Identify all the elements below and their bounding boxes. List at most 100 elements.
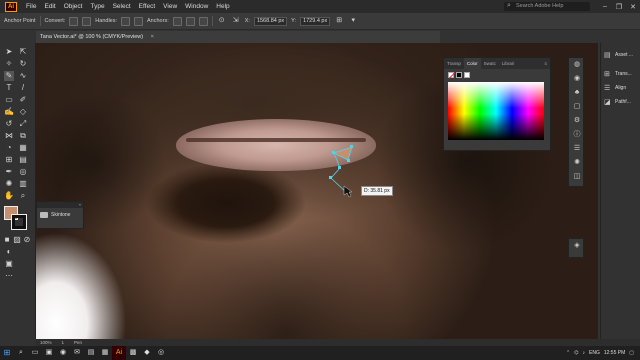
convert-smooth-button[interactable]	[82, 16, 92, 26]
align-icon[interactable]: ⇲	[231, 16, 241, 26]
language-indicator[interactable]: ENG	[589, 350, 600, 356]
pen-path-shape[interactable]	[332, 146, 353, 161]
tab-transparency[interactable]: Transp	[444, 61, 464, 66]
menu-edit[interactable]: Edit	[40, 3, 59, 10]
minimize-button[interactable]: –	[598, 3, 612, 10]
app-icon[interactable]: ▩	[126, 346, 140, 360]
windows-start-icon[interactable]: ⊞	[0, 346, 14, 360]
symbol-sprayer-icon[interactable]: ✺	[4, 179, 14, 189]
anchor-point[interactable]	[332, 151, 335, 154]
explorer-icon[interactable]: ▣	[42, 346, 56, 360]
mesh-tool-icon[interactable]: ⊞	[4, 155, 14, 165]
panel-menu-icon[interactable]: ≡	[541, 61, 550, 66]
menu-file[interactable]: File	[22, 3, 40, 10]
paintbrush-icon[interactable]: ✐	[18, 95, 28, 105]
menu-type[interactable]: Type	[86, 3, 108, 10]
notifications-icon[interactable]: ▢	[629, 350, 634, 356]
edit-toolbar-icon[interactable]: ⋯	[4, 271, 14, 281]
type-tool-icon[interactable]: T	[4, 83, 14, 93]
clock[interactable]: 12:55 PM	[604, 350, 625, 356]
lasso-icon[interactable]: ↻	[18, 59, 28, 69]
layer-item[interactable]: Skintone	[37, 208, 83, 222]
gradient-mode-icon[interactable]: ▨	[12, 235, 22, 245]
app-icon[interactable]: ◆	[140, 346, 154, 360]
gradient-tool-icon[interactable]: ▤	[18, 155, 28, 165]
draw-mode-icon[interactable]: ◐	[4, 247, 14, 257]
remove-anchor-button[interactable]	[172, 16, 182, 26]
anchor-point[interactable]	[350, 145, 353, 148]
task-view-icon[interactable]: ▭	[28, 346, 42, 360]
files-icon[interactable]: ▤	[84, 346, 98, 360]
browser-icon[interactable]: ◉	[56, 346, 70, 360]
panel-pathfinder[interactable]: ◪ Pathf...	[601, 95, 640, 109]
zoom-level[interactable]: 100%	[40, 339, 52, 346]
settings-icon[interactable]: ⚙	[569, 114, 585, 128]
tab-swatches[interactable]: Swatc	[481, 61, 499, 66]
brushes-icon[interactable]: ☰	[569, 142, 585, 156]
photoshop-icon[interactable]: ▦	[98, 346, 112, 360]
page-number[interactable]: 1	[62, 339, 65, 346]
menu-view[interactable]: View	[159, 3, 181, 10]
color-spectrum[interactable]	[448, 82, 544, 140]
panel-transform[interactable]: ⊞ Trans...	[601, 67, 640, 81]
panel-assets[interactable]: ▤ Asset ...	[601, 48, 640, 62]
tab-libraries[interactable]: Librari	[499, 61, 518, 66]
menu-effect[interactable]: Effect	[135, 3, 160, 10]
shape-builder-icon[interactable]: ◔	[4, 143, 14, 153]
curvature-tool-icon[interactable]: ∿	[18, 71, 28, 81]
menu-window[interactable]: Window	[181, 3, 212, 10]
info-icon[interactable]: ⓘ	[569, 128, 585, 142]
libraries-icon[interactable]: ◉	[569, 72, 585, 86]
hide-handles-button[interactable]	[134, 16, 144, 26]
search-icon[interactable]: ⌕	[14, 346, 28, 360]
tray-up-icon[interactable]: ⌃	[566, 350, 570, 356]
close-document-icon[interactable]: ×	[151, 34, 154, 40]
show-handles-button[interactable]	[121, 16, 131, 26]
mail-icon[interactable]: ✉	[70, 346, 84, 360]
blend-tool-icon[interactable]: ◎	[18, 167, 28, 177]
eraser-icon[interactable]: ◇	[18, 107, 28, 117]
cut-path-button[interactable]	[198, 16, 208, 26]
network-icon[interactable]: ⌬	[574, 350, 578, 356]
anchor-point[interactable]	[329, 176, 332, 179]
appearance-icon[interactable]: ♣	[569, 86, 585, 100]
white-swatch[interactable]	[464, 72, 470, 78]
transform-icon[interactable]: ⊞	[334, 16, 344, 26]
convert-corner-button[interactable]	[69, 16, 79, 26]
symbols-icon[interactable]: ✺	[569, 156, 585, 170]
rotate-tool-icon[interactable]: ↺	[4, 119, 14, 129]
stroke-color-swatch[interactable]	[11, 214, 27, 230]
scale-tool-icon[interactable]: ⤢	[18, 119, 28, 129]
volume-icon[interactable]: ♪	[583, 350, 586, 356]
graph-tool-icon[interactable]: ▥	[18, 179, 28, 189]
free-transform-icon[interactable]: ⧉	[18, 131, 28, 141]
help-search-input[interactable]: Search Adobe Help	[504, 1, 590, 11]
x-position-field[interactable]: 1568.84 px	[253, 16, 288, 26]
illustrator-taskbar-icon[interactable]: Ai	[112, 346, 126, 360]
black-swatch[interactable]	[456, 72, 462, 78]
maximize-button[interactable]: ❐	[612, 3, 626, 11]
hand-tool-icon[interactable]: ✋	[4, 191, 14, 201]
graphic-styles-icon[interactable]: ▢	[569, 100, 585, 114]
selection-tool-icon[interactable]: ➤	[4, 47, 14, 57]
stroke-icon[interactable]: ◫	[569, 170, 585, 184]
anchor-point[interactable]	[347, 159, 350, 162]
width-tool-icon[interactable]: ⋈	[4, 131, 14, 141]
zoom-tool-icon[interactable]: ⌕	[18, 191, 28, 201]
document-tab[interactable]: Tana Vector.ai* @ 100 % (CMYK/Preview) ×	[36, 31, 440, 43]
menu-object[interactable]: Object	[60, 3, 87, 10]
tab-color[interactable]: Color	[463, 58, 481, 69]
menu-help[interactable]: Help	[212, 3, 233, 10]
rectangle-tool-icon[interactable]: ▭	[4, 95, 14, 105]
none-mode-icon[interactable]: ⊘	[22, 235, 32, 245]
anchor-point[interactable]	[338, 166, 341, 169]
screen-mode-icon[interactable]: ▣	[4, 259, 14, 269]
direct-selection-tool-icon[interactable]: ⇱	[18, 47, 28, 57]
close-window-button[interactable]: ✕	[626, 3, 640, 11]
chrome-icon[interactable]: ◎	[154, 346, 168, 360]
pen-tool-icon[interactable]: ✎	[4, 71, 14, 81]
none-swatch[interactable]	[448, 72, 454, 78]
eyedropper-icon[interactable]: ✒	[4, 167, 14, 177]
shaper-tool-icon[interactable]: ✍	[4, 107, 14, 117]
properties-icon[interactable]: ◍	[569, 58, 585, 72]
